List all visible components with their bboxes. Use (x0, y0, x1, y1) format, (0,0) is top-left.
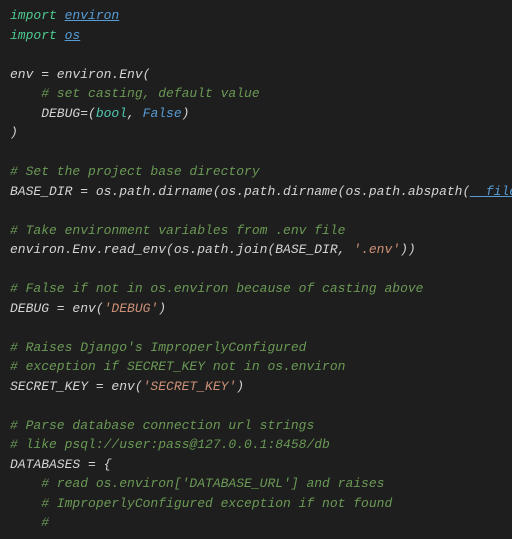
string-literal: 'DEBUG' (104, 301, 159, 316)
keyword-import: import (10, 8, 57, 23)
dunder-file: __file__ (470, 184, 512, 199)
code-line: DATABASES = { (10, 457, 111, 472)
module-os[interactable]: os (65, 28, 81, 43)
code-text: DEBUG=( (10, 106, 96, 121)
comment: # like psql://user:pass@127.0.0.1:8458/d… (10, 437, 330, 452)
code-text: SECRET_KEY = env( (10, 379, 143, 394)
comment: # False if not in os.environ because of … (10, 281, 423, 296)
comment: # Set the project base directory (10, 164, 260, 179)
code-text: DEBUG = env( (10, 301, 104, 316)
string-literal: 'SECRET_KEY' (143, 379, 237, 394)
string-literal: '.env' (353, 242, 400, 257)
code-text: ) (158, 301, 166, 316)
code-text: , (127, 106, 143, 121)
comment: # set casting, default value (10, 86, 260, 101)
comment: # read os.environ['DATABASE_URL'] and ra… (10, 476, 384, 491)
module-environ[interactable]: environ (65, 8, 120, 23)
code-text: )) (400, 242, 416, 257)
keyword-import: import (10, 28, 57, 43)
keyword-false: False (143, 106, 182, 121)
code-text: ) (182, 106, 190, 121)
builtin-bool: bool (96, 106, 127, 121)
comment: # Raises Django's ImproperlyConfigured (10, 340, 306, 355)
code-line: env = environ.Env( (10, 67, 150, 82)
code-text: BASE_DIR = os.path.dirname(os.path.dirna… (10, 184, 470, 199)
comment: # exception if SECRET_KEY not in os.envi… (10, 359, 345, 374)
comment: # Take environment variables from .env f… (10, 223, 345, 238)
code-text: environ.Env.read_env(os.path.join(BASE_D… (10, 242, 353, 257)
code-text: ) (236, 379, 244, 394)
code-block: import environ import os env = environ.E… (0, 0, 512, 539)
comment: # (10, 515, 49, 530)
comment: # ImproperlyConfigured exception if not … (10, 496, 392, 511)
code-line: ) (10, 125, 18, 140)
comment: # Parse database connection url strings (10, 418, 314, 433)
